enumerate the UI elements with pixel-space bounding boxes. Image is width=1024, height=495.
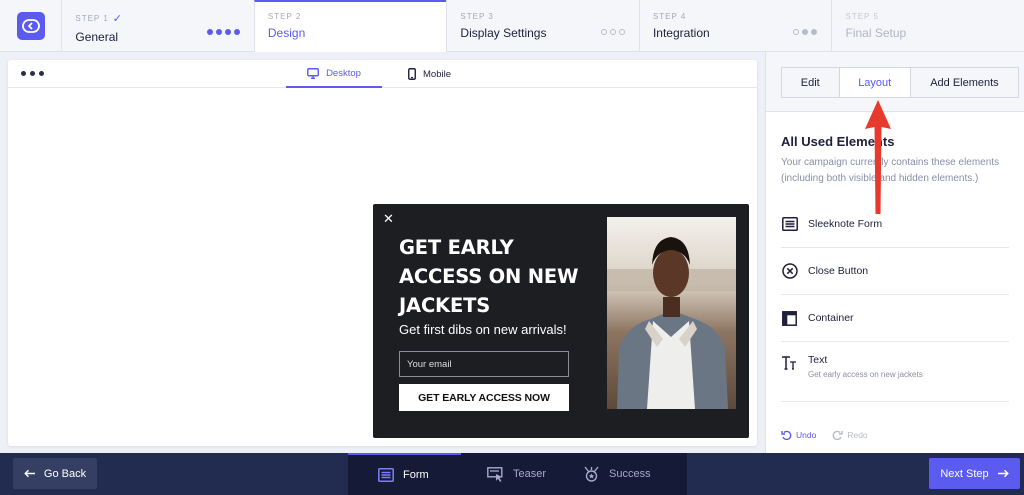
- tab-label: Teaser: [513, 468, 547, 480]
- popup-subtitle[interactable]: Get first dibs on new arrivals!: [399, 322, 567, 337]
- step-general[interactable]: STEP 1 ✓ General: [61, 0, 254, 52]
- next-step-label: Next Step: [940, 467, 989, 480]
- element-text-block: Text Get early access on new jackets: [808, 354, 923, 379]
- desktop-icon: [307, 67, 320, 79]
- canvas-header: Desktop Mobile: [8, 60, 757, 88]
- tab-desktop[interactable]: Desktop: [286, 60, 382, 88]
- teaser-icon: [487, 466, 503, 482]
- tab-mobile[interactable]: Mobile: [408, 60, 451, 88]
- success-badge-icon: [584, 466, 599, 482]
- arrow-left-icon: [24, 469, 35, 478]
- tab-label: Desktop: [326, 67, 361, 79]
- tab-teaser[interactable]: Teaser: [461, 453, 571, 495]
- list-item[interactable]: Sleeknote Form: [781, 201, 1009, 248]
- tab-form[interactable]: Form: [348, 453, 461, 495]
- step-progress-dots: [793, 29, 818, 35]
- arrow-right-icon: [997, 469, 1009, 478]
- close-circle-icon: [781, 263, 798, 280]
- elements-list: Sleeknote Form Close Button Container Te…: [781, 201, 1009, 402]
- list-item[interactable]: Container: [781, 295, 1009, 342]
- app-logo-icon[interactable]: [16, 12, 45, 40]
- element-label: Sleeknote Form: [808, 218, 883, 230]
- redo-label: Redo: [847, 430, 868, 440]
- logo-cell: [0, 0, 61, 52]
- list-item[interactable]: Close Button: [781, 248, 1009, 295]
- tab-label: Success: [609, 468, 651, 480]
- cta-button[interactable]: GET EARLY ACCESS NOW: [399, 384, 569, 411]
- popup-preview[interactable]: ✕ GET EARLY ACCESS ON NEW JACKETS Get fi…: [373, 204, 749, 438]
- tab-success[interactable]: Success: [571, 453, 687, 495]
- view-tabs: Form Teaser Success: [348, 453, 687, 495]
- step-number: STEP 4: [652, 12, 687, 21]
- design-canvas[interactable]: Desktop Mobile ✕ GET EARLY ACCESS ON NEW…: [8, 60, 757, 446]
- step-integration[interactable]: STEP 4 Integration: [638, 0, 832, 52]
- form-icon: [781, 216, 798, 233]
- step-progress-dots: [600, 29, 625, 35]
- redo-icon: [832, 430, 844, 440]
- checkmark-icon: ✓: [112, 13, 123, 25]
- tab-add-elements[interactable]: Add Elements: [910, 68, 1018, 97]
- step-number: STEP 5: [845, 12, 879, 21]
- tab-layout[interactable]: Layout: [840, 68, 911, 97]
- tab-edit[interactable]: Edit: [782, 68, 840, 97]
- element-label: Container: [808, 312, 854, 324]
- step-navigation: STEP 1 ✓ General STEP 2 Design STEP 3 Dis…: [0, 0, 1024, 52]
- step-title: Design: [267, 26, 306, 40]
- container-icon: [781, 310, 798, 327]
- panel-tabs: Edit Layout Add Elements: [781, 67, 1019, 98]
- step-design[interactable]: STEP 2 Design: [253, 0, 447, 52]
- email-field[interactable]: Your email: [399, 351, 569, 377]
- list-item[interactable]: Text Get early access on new jackets: [781, 342, 1009, 402]
- model-photo[interactable]: [607, 217, 736, 409]
- redo-button[interactable]: Redo: [832, 430, 868, 440]
- go-back-label: Go Back: [43, 467, 87, 480]
- properties-panel: Edit Layout Add Elements All Used Elemen…: [765, 52, 1024, 453]
- panel-tabs-bar: Edit Layout Add Elements: [766, 52, 1024, 112]
- more-options-icon[interactable]: [21, 71, 44, 76]
- step-title: Final Setup: [845, 26, 907, 40]
- undo-label: Undo: [796, 430, 817, 440]
- element-label: Close Button: [808, 265, 869, 277]
- form-icon: [378, 468, 394, 482]
- step-number: STEP 3: [460, 12, 494, 21]
- undo-icon: [781, 430, 792, 440]
- history-controls: Undo Redo: [781, 430, 868, 440]
- step-final-setup[interactable]: STEP 5 Final Setup: [831, 0, 1024, 52]
- step-display-settings[interactable]: STEP 3 Display Settings: [446, 0, 639, 52]
- go-back-button[interactable]: Go Back: [13, 458, 97, 489]
- popup-close-icon[interactable]: ✕: [383, 211, 394, 227]
- mobile-icon: [408, 68, 416, 80]
- next-step-button[interactable]: Next Step: [929, 458, 1020, 489]
- step-number: STEP 2: [267, 12, 302, 21]
- panel-description: Your campaign currently contains these e…: [781, 157, 1000, 184]
- element-label: Text: [808, 354, 828, 366]
- element-sublabel: Get early access on new jackets: [808, 370, 923, 379]
- tab-label: Form: [403, 469, 429, 481]
- bottom-bar: Go Back Form Teaser Success Next Step: [0, 453, 1024, 495]
- popup-headline[interactable]: GET EARLY ACCESS ON NEW JACKETS: [399, 233, 599, 320]
- tab-label: Mobile: [423, 68, 451, 80]
- annotation-arrow-icon: [865, 100, 891, 214]
- undo-button[interactable]: Undo: [781, 430, 816, 440]
- step-number: STEP 1: [75, 14, 109, 23]
- panel-title: All Used Elements: [781, 134, 895, 149]
- step-progress-dots: [206, 29, 240, 35]
- text-icon: [781, 354, 798, 371]
